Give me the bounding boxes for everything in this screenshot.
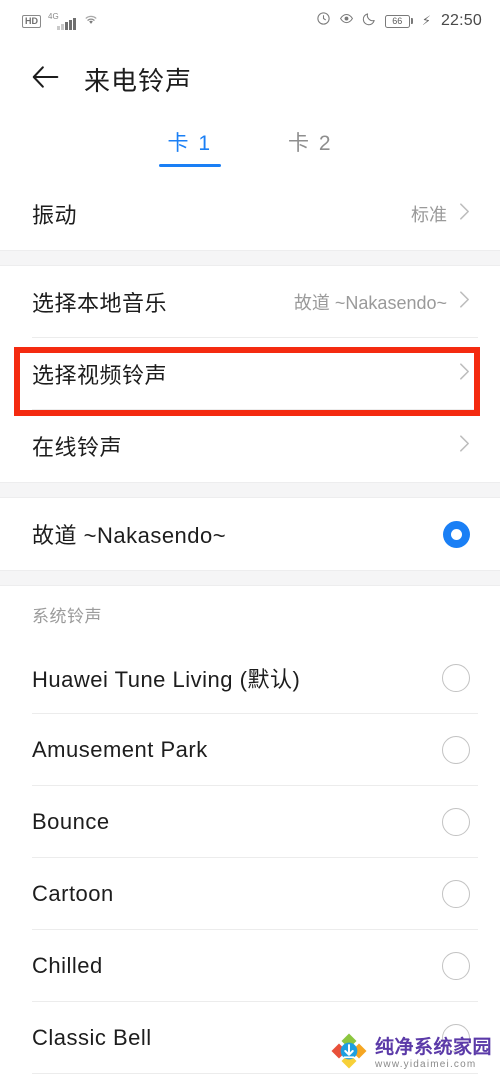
- ringtone-source-section: 选择本地音乐 故道 ~Nakasendo~ 选择视频铃声 在线铃声: [0, 266, 500, 482]
- chevron-right-icon: [459, 434, 470, 458]
- status-bar-left: HD 4G: [22, 12, 99, 30]
- row-current-ringtone-label: 故道 ~Nakasendo~: [32, 523, 227, 548]
- row-current-ringtone[interactable]: 故道 ~Nakasendo~: [0, 498, 500, 570]
- ringtone-label: Chilled: [32, 953, 103, 978]
- ringtone-label: Bounce: [32, 809, 110, 834]
- sim-tabs: 卡 1 卡 2: [0, 116, 500, 178]
- list-item[interactable]: Cartoon: [0, 858, 500, 930]
- battery-icon: 66: [384, 14, 413, 28]
- chevron-right-icon: [459, 362, 470, 386]
- hd-badge-icon: HD: [22, 14, 41, 28]
- current-ringtone-section: 故道 ~Nakasendo~: [0, 498, 500, 570]
- row-online-ringtone[interactable]: 在线铃声: [0, 410, 500, 482]
- vibrate-section: 振动 标准: [0, 178, 500, 250]
- row-select-local-music-label: 选择本地音乐: [32, 291, 168, 316]
- radio-unselected-icon[interactable]: [442, 952, 470, 980]
- radio-unselected-icon[interactable]: [442, 664, 470, 692]
- watermark: 纯净系统家园 www.yidaimei.com: [329, 1031, 492, 1076]
- ringtone-label: Huawei Tune Living (默认): [32, 667, 301, 692]
- tab-sim-2[interactable]: 卡 2: [288, 127, 333, 167]
- signal-4g-icon: 4G: [48, 11, 76, 30]
- tab-sim-1[interactable]: 卡 1: [167, 127, 212, 167]
- network-type-label: 4G: [48, 11, 59, 21]
- list-item[interactable]: Amusement Park: [0, 714, 500, 786]
- watermark-title: 纯净系统家园: [374, 1036, 492, 1058]
- status-bar-clock: 22:50: [440, 12, 482, 29]
- row-online-ringtone-label: 在线铃声: [32, 435, 123, 460]
- app-bar: 来电铃声: [0, 42, 500, 116]
- radio-selected-icon[interactable]: [443, 520, 470, 548]
- watermark-logo-icon: [329, 1031, 369, 1076]
- status-bar-right: 66 ⚡ 22:50: [316, 11, 482, 31]
- list-item[interactable]: Bounce: [0, 786, 500, 858]
- radio-unselected-icon[interactable]: [442, 808, 470, 836]
- page-title: 来电铃声: [84, 65, 193, 96]
- row-select-video-ringtone-label: 选择视频铃声: [32, 363, 168, 388]
- watermark-text: 纯净系统家园 www.yidaimei.com: [375, 1038, 492, 1070]
- eye-icon: [339, 11, 354, 31]
- battery-cap: [410, 18, 413, 24]
- watermark-url: www.yidaimei.com: [374, 1058, 477, 1070]
- radio-unselected-icon[interactable]: [442, 880, 470, 908]
- alarm-icon: [316, 11, 331, 31]
- ringtone-label: Cartoon: [32, 881, 114, 906]
- chevron-right-icon: [459, 290, 470, 314]
- row-select-local-music-value: 故道 ~Nakasendo~: [293, 293, 447, 313]
- row-select-local-music[interactable]: 选择本地音乐 故道 ~Nakasendo~: [0, 266, 500, 338]
- system-ringtones-header: 系统铃声: [32, 606, 102, 626]
- section-separator-1: [0, 250, 500, 266]
- signal-bars: [57, 17, 76, 30]
- list-item[interactable]: Chilled: [0, 930, 500, 1002]
- ringtone-label: Amusement Park: [32, 737, 208, 762]
- back-arrow-icon[interactable]: [30, 62, 60, 97]
- charging-bolt-icon: ⚡: [421, 13, 431, 28]
- row-vibrate-value: 标准: [411, 205, 447, 225]
- system-ringtones-section: 系统铃声 Huawei Tune Living (默认) Amusement P…: [0, 586, 500, 1074]
- list-item[interactable]: Huawei Tune Living (默认): [0, 642, 500, 714]
- moon-icon: [362, 11, 377, 31]
- row-vibrate-label: 振动: [32, 203, 78, 228]
- chevron-right-icon: [459, 202, 470, 226]
- battery-level-label: 66: [384, 14, 410, 28]
- status-bar: HD 4G 66 ⚡ 22:50: [0, 0, 500, 42]
- radio-unselected-icon[interactable]: [442, 736, 470, 764]
- wifi-icon: [83, 12, 99, 30]
- row-vibrate[interactable]: 振动 标准: [0, 178, 500, 250]
- row-select-video-ringtone[interactable]: 选择视频铃声: [0, 338, 500, 410]
- section-separator-3: [0, 570, 500, 586]
- section-separator-2: [0, 482, 500, 498]
